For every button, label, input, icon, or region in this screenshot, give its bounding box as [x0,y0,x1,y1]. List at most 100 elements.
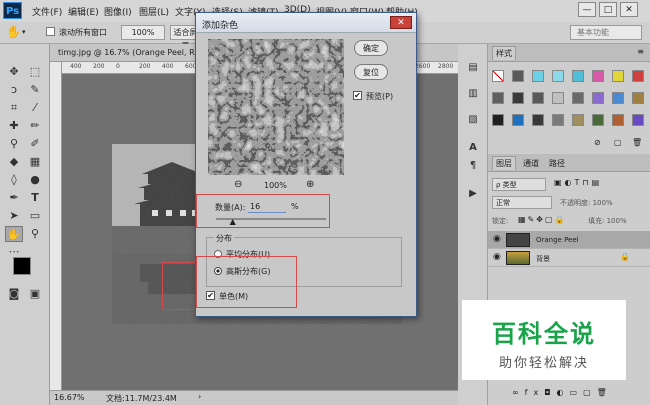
path-select-tool-icon[interactable]: ➤ [5,208,23,224]
layer-name[interactable]: 背景 [536,254,550,264]
style-swatch[interactable] [512,114,524,126]
quick-select-tool-icon[interactable]: ✎ [26,82,44,98]
brush-panel-icon[interactable]: ▧ [464,112,482,128]
move-tool-icon[interactable]: ✥ [5,64,23,80]
dialog-close-button[interactable]: ✕ [390,16,412,29]
healing-brush-tool-icon[interactable]: ✚ [5,118,23,134]
rectangle-tool-icon[interactable]: ▭ [26,208,44,224]
dialog-titlebar[interactable]: 添加杂色 ✕ [196,13,416,33]
style-swatch[interactable] [512,70,524,82]
visibility-eye-icon[interactable]: ◉ [493,234,501,244]
trash-icon[interactable]: 🗑 [632,138,642,147]
amount-input[interactable]: 16 [248,200,286,213]
style-swatch[interactable] [592,114,604,126]
menu-image[interactable]: 图像(I) [104,5,132,18]
style-swatch[interactable] [552,92,564,104]
character-panel-icon[interactable]: A [464,140,482,156]
tab-layers[interactable]: 图层 [492,156,516,170]
minimize-button[interactable]: — [578,2,596,17]
eyedropper-tool-icon[interactable]: ⁄ [26,100,44,116]
fill-control[interactable]: 填充: 100% [588,216,627,226]
zoom-in-icon[interactable]: ⊕ [306,179,314,190]
properties-panel-icon[interactable]: ▥ [464,86,482,102]
vertical-ruler[interactable] [50,62,62,390]
layer-actions-bar[interactable]: ∞fx◘◐▭▢🗑 [512,388,613,397]
menu-layer[interactable]: 图层(L) [139,5,169,18]
zoom-100-button[interactable]: 100% [121,25,165,40]
preview-label: 预览(P) [366,92,394,101]
layer-filter-select[interactable]: ρ 类型 [492,178,546,191]
noise-preview[interactable] [208,39,344,175]
ok-button[interactable]: 确定 [354,40,388,56]
style-swatch[interactable] [592,70,604,82]
style-swatch[interactable] [532,114,544,126]
layer-filter-icons[interactable]: ▣◐T⊓▤ [554,178,602,187]
eraser-tool-icon[interactable]: ◆ [5,154,23,170]
style-swatch[interactable] [512,92,524,104]
type-tool-icon[interactable]: T [26,190,44,206]
foreground-color-swatch[interactable] [13,257,31,275]
status-arrow-icon[interactable]: › [198,392,201,401]
style-swatch[interactable] [492,114,504,126]
hand-tool-icon[interactable]: ✋ [5,226,23,242]
reset-button[interactable]: 复位 [354,64,388,80]
maximize-button[interactable]: □ [599,2,617,17]
history-brush-tool-icon[interactable]: ✐ [26,136,44,152]
marquee-tool-icon[interactable]: ⬚ [26,64,44,80]
tab-styles[interactable]: 样式 [492,46,516,60]
pen-tool-icon[interactable]: ✒ [5,190,23,206]
style-swatch[interactable] [572,114,584,126]
style-swatch[interactable] [532,92,544,104]
style-swatch[interactable] [612,92,624,104]
style-swatch[interactable] [632,92,644,104]
zoom-level[interactable]: 16.67% [54,393,85,402]
style-swatch[interactable] [592,92,604,104]
blur-tool-icon[interactable]: ◊ [5,172,23,188]
style-swatch[interactable] [612,70,624,82]
chevron-down-icon[interactable]: ▾ [22,28,26,36]
zoom-tool-icon[interactable]: ⚲ [26,226,44,242]
blend-mode-select[interactable]: 正常 [492,196,552,209]
style-swatch[interactable] [552,70,564,82]
paragraph-panel-icon[interactable]: ¶ [464,158,482,174]
brush-tool-icon[interactable]: ✏ [26,118,44,134]
style-swatch[interactable] [552,114,564,126]
visibility-eye-icon[interactable]: ◉ [493,252,501,262]
zoom-out-icon[interactable]: ⊖ [234,179,242,190]
close-window-button[interactable]: ✕ [620,2,638,17]
style-swatch[interactable] [572,70,584,82]
dodge-tool-icon[interactable]: ● [26,172,44,188]
menu-file[interactable]: 文件(F) [32,5,62,18]
layer-name[interactable]: Orange Peel [536,236,579,244]
new-style-icon[interactable]: ▢ [614,138,622,147]
workspace-select[interactable]: 基本功能 [570,25,642,40]
lasso-tool-icon[interactable]: ↄ [5,82,23,98]
style-swatch[interactable] [632,114,644,126]
delete-style-icon[interactable]: ⊘ [594,138,601,147]
amount-slider-thumb[interactable]: ▲ [230,218,236,226]
tab-paths[interactable]: 路径 [546,157,568,170]
layer-row-background[interactable]: ◉ 背景 🔒 [488,249,650,267]
clone-stamp-tool-icon[interactable]: ⚲ [5,136,23,152]
style-swatch[interactable] [532,70,544,82]
style-swatch[interactable] [612,114,624,126]
menu-edit[interactable]: 编辑(E) [68,5,99,18]
tab-channels[interactable]: 通道 [520,157,542,170]
panel-menu-icon[interactable]: ≡ [637,47,644,56]
history-panel-icon[interactable]: ▤ [464,60,482,76]
style-swatch[interactable] [492,92,504,104]
scroll-all-windows-checkbox[interactable] [46,27,55,36]
opacity-control[interactable]: 不透明度: 100% [560,198,613,208]
quick-mask-icon[interactable]: ◙ [5,286,23,302]
style-swatch[interactable] [492,70,504,82]
style-swatch[interactable] [572,92,584,104]
gradient-tool-icon[interactable]: ▦ [26,154,44,170]
crop-tool-icon[interactable]: ⌗ [5,100,23,116]
screen-mode-icon[interactable]: ▣ [26,286,44,302]
style-swatch[interactable] [632,70,644,82]
lock-icons[interactable]: ▦✎✥▢🔒 [518,215,566,224]
actions-panel-icon[interactable]: ▶ [464,186,482,202]
layer-row-orange-peel[interactable]: ◉ Orange Peel [488,231,650,249]
monochromatic-checkbox[interactable]: ✔ [206,291,215,300]
preview-checkbox[interactable]: ✔ [353,91,362,100]
